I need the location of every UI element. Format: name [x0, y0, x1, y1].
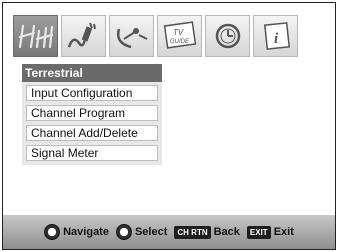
- exit-label: Exit: [273, 226, 294, 238]
- menu-item-channel-add-delete[interactable]: Channel Add/Delete: [26, 125, 158, 141]
- tv-guide-text-top: TV: [173, 28, 184, 37]
- tv-guide-icon: TV GUIDE: [161, 21, 199, 51]
- tab-clock[interactable]: [205, 15, 250, 57]
- exit-hint: EXIT Exit: [246, 225, 294, 239]
- navigate-label: Navigate: [63, 226, 109, 238]
- tab-satellite[interactable]: [109, 15, 154, 57]
- tab-tv-guide[interactable]: TV GUIDE: [157, 15, 202, 57]
- select-label: Select: [134, 226, 168, 238]
- menu-item-channel-program[interactable]: Channel Program: [26, 105, 158, 121]
- antenna-icon: [17, 21, 55, 51]
- tab-antenna[interactable]: [13, 15, 58, 57]
- menu-tabs: TV GUIDE i: [13, 15, 298, 57]
- menu-item-signal-meter[interactable]: Signal Meter: [26, 145, 158, 161]
- navigate-hint: Navigate: [44, 224, 109, 240]
- menu-list: Input Configuration Channel Program Chan…: [22, 82, 162, 165]
- menu-title: Terrestrial: [22, 64, 162, 82]
- info-icon: i: [257, 21, 295, 51]
- ch-rtn-key-icon: CH RTN: [174, 225, 211, 239]
- exit-key-icon: EXIT: [246, 225, 271, 239]
- satellite-dish-icon: [113, 21, 151, 51]
- plug-cable-icon: [65, 21, 103, 51]
- back-label: Back: [213, 226, 240, 238]
- terrestrial-menu: Terrestrial Input Configuration Channel …: [22, 64, 162, 165]
- navigate-pad-icon: [44, 224, 61, 240]
- button-hint-bar: Navigate Select CH RTN Back EXIT Exit: [3, 215, 335, 249]
- tv-guide-text-bottom: GUIDE: [170, 39, 190, 45]
- select-hint: Select: [115, 224, 168, 240]
- menu-item-input-configuration[interactable]: Input Configuration: [26, 85, 158, 101]
- back-hint: CH RTN Back: [174, 225, 240, 239]
- tab-info[interactable]: i: [253, 15, 298, 57]
- clock-icon: [209, 21, 247, 51]
- tv-setup-screen: TV GUIDE i Terrestrial Input Configurati…: [2, 2, 336, 250]
- select-button-icon: [115, 224, 132, 240]
- tab-cable[interactable]: [61, 15, 106, 57]
